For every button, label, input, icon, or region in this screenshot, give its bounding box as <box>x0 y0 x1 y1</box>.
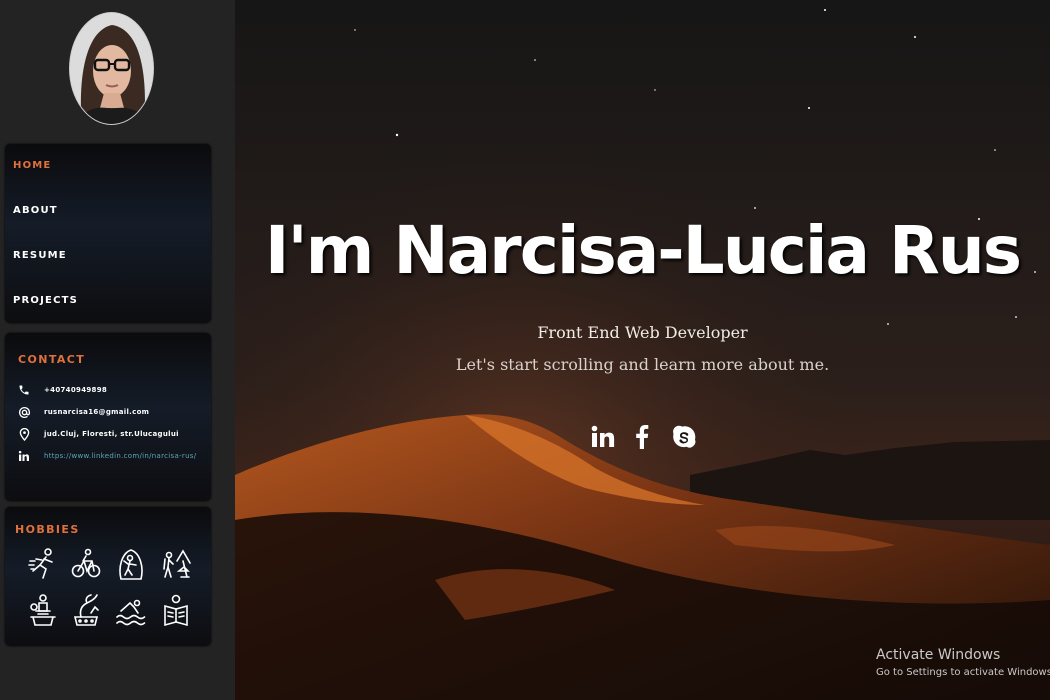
cooking-icon <box>30 594 56 626</box>
linkedin-icon[interactable] <box>589 423 615 451</box>
swimming-icon <box>116 599 146 626</box>
activate-windows-title: Activate Windows <box>876 647 1001 663</box>
hiking-icon <box>163 549 191 578</box>
cycling-icon <box>71 548 101 578</box>
phone-icon <box>17 383 31 397</box>
nav-projects[interactable]: PROJECTS <box>13 295 78 306</box>
nav-resume[interactable]: RESUME <box>13 250 67 261</box>
contact-phone: +40740949898 <box>17 383 107 397</box>
contact-address: jud.Cluj, Floresti, str.Ulucagului <box>17 427 179 441</box>
hero-tagline: Let's start scrolling and learn more abo… <box>455 355 830 374</box>
contact-panel: CONTACT +40740949898 rusnarcisa16@gmail.… <box>5 333 211 501</box>
location-pin-icon <box>17 427 31 441</box>
hobbies-panel: HOBBIES <box>5 507 211 646</box>
sidebar: HOME ABOUT RESUME PROJECTS CONTACT +4074… <box>0 0 235 700</box>
hero-section: I'm Narcisa-Lucia Rus Front End Web Deve… <box>235 0 1050 700</box>
hero-title: I'm Narcisa-Lucia Rus <box>264 212 1022 289</box>
hero-role: Front End Web Developer <box>537 323 748 342</box>
activate-windows-hint: Go to Settings to activate Windows. <box>876 667 1050 678</box>
address-text: jud.Cluj, Floresti, str.Ulucagului <box>44 430 179 438</box>
contact-email: rusnarcisa16@gmail.com <box>17 405 149 419</box>
climbing-icon <box>119 549 143 580</box>
contact-title: CONTACT <box>18 353 86 366</box>
avatar <box>69 12 154 125</box>
linkedin-link[interactable]: https://www.linkedin.com/in/narcisa-rus/ <box>44 452 196 460</box>
phone-text: +40740949898 <box>44 386 108 394</box>
at-icon <box>17 405 31 419</box>
gardening-icon <box>73 594 99 626</box>
facebook-icon[interactable] <box>629 423 655 451</box>
reading-icon <box>164 594 188 627</box>
desert-night-background <box>235 0 1050 700</box>
social-links <box>589 423 701 453</box>
nav-home[interactable]: HOME <box>13 160 51 171</box>
hobbies-title: HOBBIES <box>15 523 80 536</box>
running-icon <box>28 548 53 579</box>
contact-linkedin: https://www.linkedin.com/in/narcisa-rus/ <box>17 449 196 463</box>
email-text[interactable]: rusnarcisa16@gmail.com <box>44 408 149 416</box>
nav-about[interactable]: ABOUT <box>13 205 58 216</box>
skype-icon[interactable] <box>671 423 697 451</box>
activate-windows-watermark: Activate Windows Go to Settings to activ… <box>876 647 1050 678</box>
linkedin-icon <box>17 449 31 463</box>
nav-panel: HOME ABOUT RESUME PROJECTS <box>5 144 211 323</box>
